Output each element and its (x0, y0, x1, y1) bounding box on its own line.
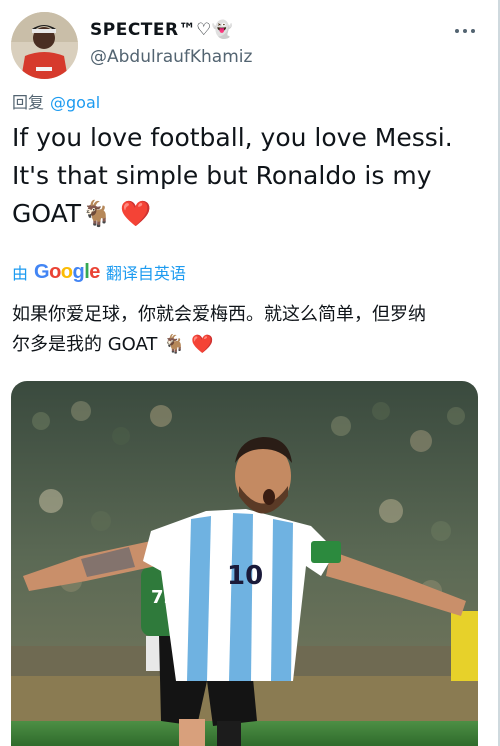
reply-prefix: 回复 (12, 93, 45, 112)
tweet-text-line-1: If you love football, you love Messi. (12, 123, 453, 152)
tweet-header: SPECTER™♡👻 @AbdulraufKhamiz (0, 0, 498, 84)
tweet-text-line-3: GOAT🐐 ❤️ (12, 199, 152, 228)
reply-target-link[interactable]: @goal (50, 93, 100, 112)
google-logo: Google (34, 260, 100, 283)
jersey-number: 10 (227, 561, 263, 591)
display-name[interactable]: SPECTER™♡👻 (90, 20, 234, 40)
translated-text-line-2: 尔多是我的 GOAT 🐐 ❤️ (12, 334, 214, 355)
translate-suffix: 翻译自英语 (105, 264, 186, 283)
translate-attribution[interactable]: 由 Google 翻译自英语 (12, 259, 186, 285)
translated-text: 如果你爱足球，你就会爱梅西。就这么简单，但罗纳 尔多是我的 GOAT 🐐 ❤️ (12, 300, 488, 360)
more-options-icon[interactable] (455, 24, 477, 38)
avatar[interactable] (11, 12, 78, 79)
user-handle[interactable]: @AbdulraufKhamiz (90, 47, 252, 67)
tweet-page: SPECTER™♡👻 @AbdulraufKhamiz 回复 @goal If y… (0, 0, 500, 746)
tweet-media-photo[interactable]: 72 10 (11, 381, 478, 746)
translate-prefix: 由 (12, 264, 29, 283)
translated-text-line-1: 如果你爱足球，你就会爱梅西。就这么简单，但罗纳 (12, 304, 426, 325)
avatar-image (11, 12, 78, 79)
messi-celebration-photo: 72 10 (11, 381, 478, 746)
tweet-text: If you love football, you love Messi. It… (12, 119, 488, 233)
reply-context: 回复 @goal (12, 89, 100, 113)
tweet-text-line-2: It's that simple but Ronaldo is my (12, 161, 432, 190)
